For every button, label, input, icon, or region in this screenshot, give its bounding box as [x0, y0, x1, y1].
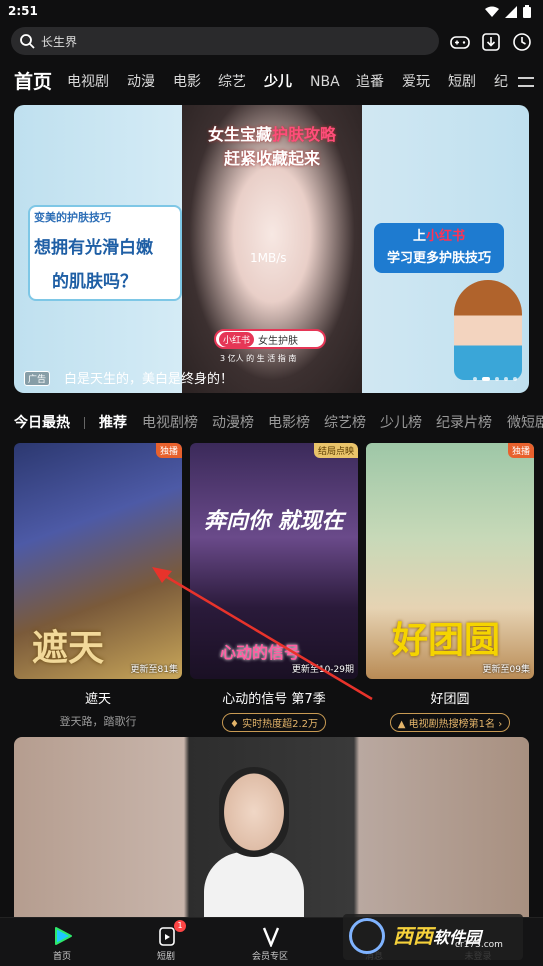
status-icons — [485, 5, 531, 18]
chevron-right-icon: › — [498, 719, 503, 730]
poster-title-art: 好团圆 — [392, 620, 501, 661]
banner-brand-pill: 小红书 女生护肤 — [214, 329, 326, 349]
content-card[interactable]: 好团圆 独播 更新至09集 好团圆 ▲ 电视剧热搜榜第1名 › — [366, 443, 534, 732]
menu-icon — [518, 77, 534, 87]
tab-label: 短剧 — [156, 952, 175, 962]
rank-divider — [84, 417, 85, 429]
banner-brand: 小红书 — [219, 331, 255, 347]
nav-tab-variety[interactable]: 综艺 — [218, 66, 246, 98]
heat-text: 实时热度超2.2万 — [242, 719, 319, 730]
banner-headline: 女生宝藏护肤攻略 — [182, 121, 362, 145]
nav-tab-kids[interactable]: 少儿 — [264, 66, 292, 98]
status-bar: 2:51 — [0, 0, 543, 24]
status-time: 2:51 — [8, 4, 38, 18]
vip-v-icon — [262, 927, 280, 947]
flame-icon: ♦ — [229, 719, 239, 730]
notification-badge: 1 — [174, 920, 186, 932]
search-icon — [20, 34, 35, 49]
banner-right-line1-b: 小红书 — [426, 229, 466, 244]
tab-label: 首页 — [52, 952, 71, 962]
history-icon[interactable] — [511, 31, 533, 53]
rank-shortdrama[interactable]: 微短剧 — [507, 412, 543, 432]
tab-vip[interactable]: 会员专区 — [216, 918, 324, 966]
banner-left-line2: 的肌肤吗？ — [52, 272, 137, 292]
search-text: 长生界 — [41, 34, 78, 49]
nav-tab-documentary[interactable]: 纪 — [494, 66, 508, 98]
episode-update: 更新至09集 — [482, 665, 530, 675]
annotation-arrow — [152, 567, 373, 701]
channel-nav: 首页 电视剧 动漫 电影 综艺 少儿 NBA 追番 爱玩 短剧 纪 — [0, 66, 543, 98]
rank-anime[interactable]: 动漫榜 — [212, 412, 254, 432]
banner-left-line1: 想拥有光滑白嫩 — [34, 238, 153, 258]
rank-documentary[interactable]: 纪录片榜 — [436, 412, 492, 432]
banner-headline-a: 女生宝藏 — [207, 125, 272, 144]
site-watermark: 西西软件园 cr173.com — [343, 914, 523, 960]
tab-shortdrama[interactable]: 1 短剧 — [112, 918, 220, 966]
rank-movie[interactable]: 电影榜 — [268, 412, 310, 432]
rank-variety[interactable]: 综艺榜 — [324, 412, 366, 432]
heat-chip[interactable]: ♦ 实时热度超2.2万 — [221, 713, 327, 732]
card-subtitle-wrap: ♦ 实时热度超2.2万 — [190, 713, 358, 732]
download-icon[interactable] — [480, 31, 502, 53]
banner-cartoon-illustration — [454, 280, 522, 380]
exclusive-badge: 独播 — [155, 443, 182, 458]
card-title: 好团圆 — [430, 692, 470, 707]
banner-right-card: 上小红书 学习更多护肤技巧 — [374, 223, 504, 273]
preview-figure-body — [204, 852, 304, 927]
pagination-dot — [473, 377, 477, 381]
tab-home[interactable]: 首页 — [8, 918, 116, 966]
rank-kids[interactable]: 少儿榜 — [380, 412, 422, 432]
rank-chip[interactable]: ▲ 电视剧热搜榜第1名 › — [389, 713, 511, 732]
banner-right-line1-a: 上 — [412, 229, 426, 244]
wifi-icon — [485, 6, 499, 17]
nav-tab-shortdrama[interactable]: 短剧 — [448, 66, 476, 98]
ad-label[interactable]: 广告 — [24, 371, 51, 386]
home-logo-icon — [55, 927, 72, 945]
watermark-domain: cr173.com — [455, 940, 503, 950]
preview-figure-head — [219, 767, 289, 857]
finale-badge: 结局点映 — [313, 443, 358, 458]
banner-caption: 白是天生的，美白是终身的！ — [64, 372, 234, 387]
banner-speed: 1MB/s — [250, 251, 287, 265]
rank-tv[interactable]: 电视剧榜 — [142, 412, 198, 432]
search-bar[interactable]: 长生界 — [11, 27, 439, 55]
nav-tab-home[interactable]: 首页 — [14, 66, 52, 98]
trophy-icon: ▲ — [397, 719, 406, 730]
exclusive-badge: 独播 — [507, 443, 534, 458]
ad-banner[interactable]: 变美的护肤技巧 想拥有光滑白嫩 的肌肤吗？ 女生宝藏护肤攻略 赶紧收藏起来 1M… — [14, 105, 529, 393]
rankings-bar: 今日最热 推荐 电视剧榜 动漫榜 电影榜 综艺榜 少儿榜 纪录片榜 微短剧 — [0, 412, 543, 434]
pagination-dot — [495, 377, 499, 381]
banner-right-line2: 学习更多护肤技巧 — [386, 251, 491, 266]
pagination-dot-active — [482, 377, 490, 381]
tab-label: 会员专区 — [251, 952, 288, 962]
rank-recommend[interactable]: 推荐 — [99, 412, 127, 432]
nav-tab-movie[interactable]: 电影 — [173, 66, 201, 98]
feature-video-preview[interactable] — [14, 737, 529, 927]
card-subtitle-wrap: ▲ 电视剧热搜榜第1名 › — [366, 713, 534, 732]
signal-icon — [505, 5, 517, 18]
gamepad-icon[interactable] — [449, 31, 471, 53]
battery-icon — [523, 5, 531, 18]
banner-headline-line2: 赶紧收藏起来 — [223, 149, 320, 168]
nav-tab-anime[interactable]: 动漫 — [127, 66, 155, 98]
banner-brand-sub: 3 亿人 的 生 活 指 南 — [220, 354, 297, 363]
card-subtitle: 登天路，踏歌行 — [59, 715, 137, 728]
nav-tab-fan[interactable]: 追番 — [356, 66, 384, 98]
pagination-dot — [504, 377, 508, 381]
poster-title-art: 遮天 — [32, 628, 105, 669]
rank-text: 电视剧热搜榜第1名 — [408, 719, 496, 730]
banner-pagination — [473, 377, 517, 381]
nav-tab-nba[interactable]: NBA — [310, 66, 340, 98]
rank-today-hot[interactable]: 今日最热 — [14, 412, 70, 432]
banner-left-tag: 变美的护肤技巧 — [34, 211, 111, 224]
poster-title-art: 奔向你 就现在 — [204, 509, 344, 534]
poster-image: 好团圆 独播 更新至09集 — [366, 443, 534, 679]
nav-tab-play[interactable]: 爱玩 — [402, 66, 430, 98]
banner-headline-b: 护肤攻略 — [272, 125, 337, 144]
pagination-dot — [513, 377, 517, 381]
banner-search-tag: 女生护肤 — [258, 335, 299, 347]
channel-menu-button[interactable] — [515, 72, 537, 92]
nav-tab-tv[interactable]: 电视剧 — [67, 66, 109, 98]
watermark-logo-icon — [349, 918, 385, 954]
